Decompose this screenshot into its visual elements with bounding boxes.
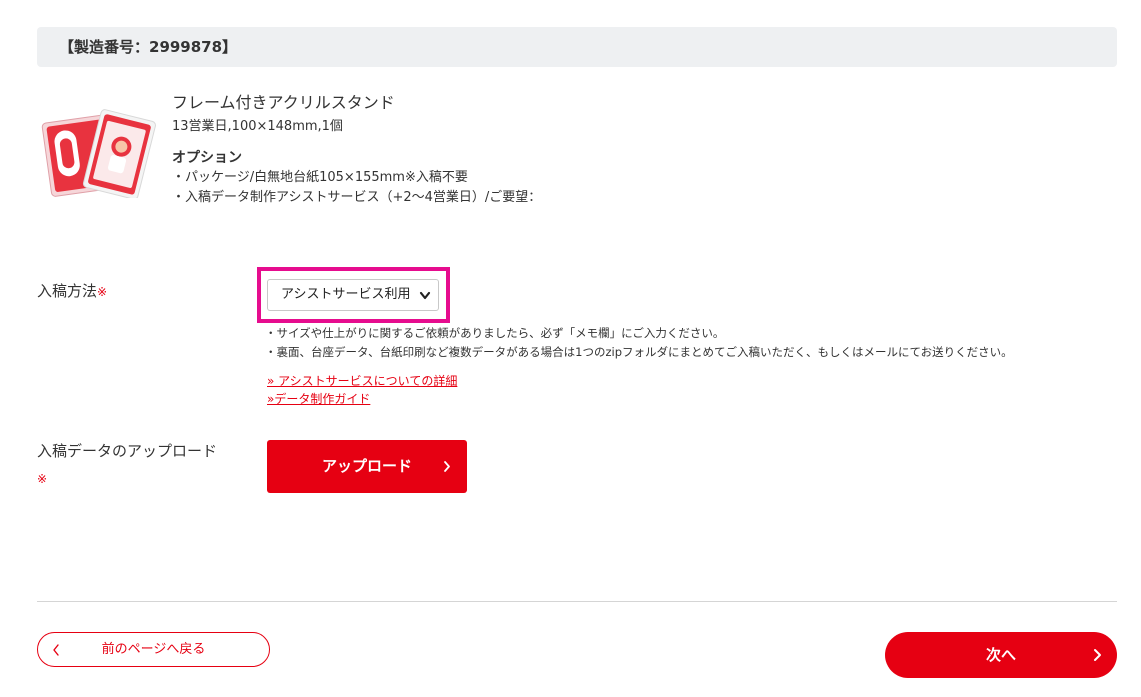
- chevron-down-icon: [419, 291, 431, 300]
- product-info: フレーム付きアクリルスタンド 13営業日,100×148mm,1個 オプション …: [172, 92, 541, 208]
- divider: [37, 601, 1117, 602]
- next-button-label: 次へ: [985, 646, 1016, 664]
- chevron-right-icon: [444, 461, 450, 472]
- option-line: ・パッケージ/白無地台紙105×155mm※入稿不要: [172, 170, 468, 185]
- required-mark: ※: [97, 285, 108, 299]
- data-guide-link[interactable]: »データ制作ガイド: [267, 390, 457, 408]
- note-line: ・サイズや仕上がりに関するご依頼がありましたら、必ず「メモ欄」にご入力ください。: [265, 326, 725, 340]
- chevron-left-icon: [53, 644, 59, 656]
- production-number-text: 【製造番号：2999878】: [59, 38, 238, 56]
- upload-label-text: 入稿データのアップロード: [37, 442, 218, 460]
- help-links: » アシストサービスについての詳細 »データ制作ガイド: [267, 372, 457, 408]
- submission-notes: ・サイズや仕上がりに関するご依頼がありましたら、必ず「メモ欄」にご入力ください。…: [265, 324, 1013, 362]
- upload-button-label: アップロード: [321, 457, 412, 475]
- submission-method-select[interactable]: アシストサービス利用: [267, 279, 439, 311]
- required-mark: ※: [37, 472, 48, 486]
- submission-method-highlight: アシストサービス利用: [257, 267, 450, 323]
- product-name: フレーム付きアクリルスタンド: [172, 93, 395, 112]
- upload-button[interactable]: アップロード: [267, 440, 467, 493]
- chevron-right-icon: [1094, 649, 1101, 661]
- option-title: オプション: [172, 150, 242, 166]
- option-line: ・入稿データ制作アシストサービス（+2〜4営業日）/ご要望：: [172, 190, 542, 205]
- submission-method-selected-value: アシストサービス利用: [281, 287, 411, 302]
- submission-method-label: 入稿方法※: [37, 280, 107, 303]
- product-spec: 13営業日,100×148mm,1個: [172, 119, 343, 134]
- assist-service-detail-link[interactable]: » アシストサービスについての詳細: [267, 372, 457, 390]
- submission-method-label-text: 入稿方法: [37, 282, 98, 300]
- upload-label: 入稿データのアップロード ※: [37, 440, 217, 490]
- next-button[interactable]: 次へ: [885, 632, 1117, 678]
- note-line: ・裏面、台座データ、台紙印刷など複数データがある場合は1つのzipフォルダにまと…: [265, 345, 1013, 359]
- production-number-header: 【製造番号：2999878】: [37, 27, 1117, 67]
- back-button-label: 前のページへ戻る: [101, 642, 206, 657]
- back-button[interactable]: 前のページへ戻る: [37, 632, 270, 667]
- product-summary: フレーム付きアクリルスタンド 13営業日,100×148mm,1個 オプション …: [40, 92, 1040, 222]
- product-thumbnail: [41, 109, 156, 198]
